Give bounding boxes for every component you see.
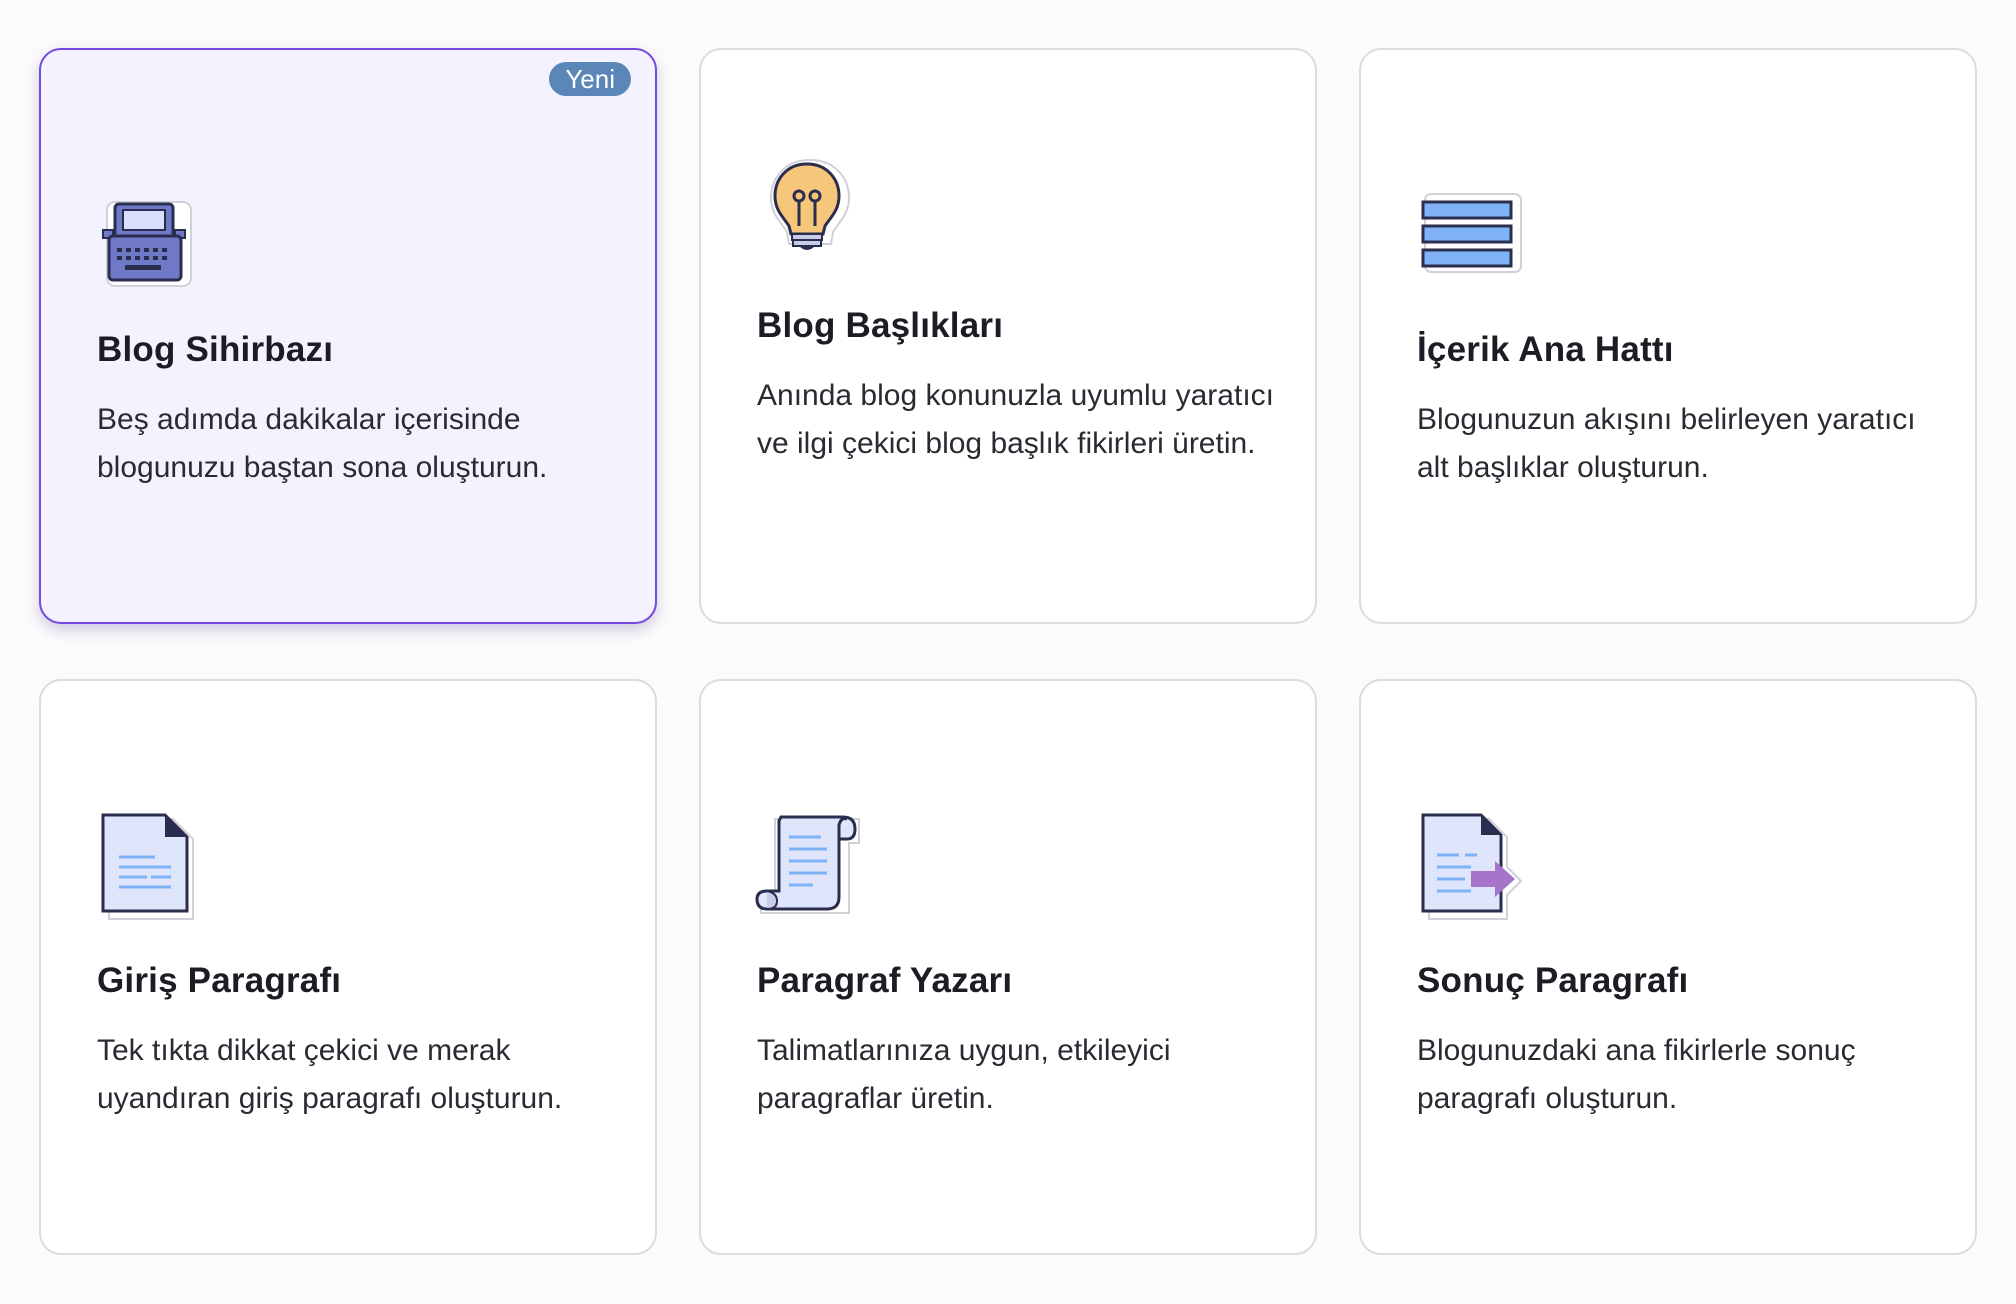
lightbulb-icon (755, 154, 865, 264)
scroll-icon (755, 813, 865, 923)
card-description: Blogunuzdaki ana fikirlerle sonuç paragr… (1417, 1034, 1856, 1115)
typewriter-icon (95, 186, 205, 296)
card-title: Paragraf Yazarı (757, 961, 1013, 1000)
card-blog-wizard[interactable]: Yeni Blog Sihirbazı Beş adımda dakikalar… (39, 48, 657, 624)
card-content-outline[interactable]: İçerik Ana Hattı Blogunuzun akışını beli… (1359, 48, 1977, 624)
document-export-icon (1415, 813, 1525, 923)
card-description: Beş adımda dakikalar içerisinde blogunuz… (97, 403, 548, 484)
card-title: Blog Başlıkları (757, 306, 1004, 345)
outline-list-icon (1415, 186, 1525, 296)
card-title: Blog Sihirbazı (97, 330, 334, 369)
card-description: Talimatlarınıza uygun, etkileyici paragr… (757, 1034, 1171, 1115)
card-title: Sonuç Paragrafı (1417, 961, 1689, 1000)
template-card-grid: Yeni Blog Sihirbazı Beş adımda dakikalar… (39, 48, 1977, 1255)
card-title: İçerik Ana Hattı (1417, 330, 1674, 369)
new-badge: Yeni (549, 62, 631, 96)
card-title: Giriş Paragrafı (97, 961, 342, 1000)
card-intro-paragraph[interactable]: Giriş Paragrafı Tek tıkta dikkat çekici … (39, 679, 657, 1255)
card-paragraph-writer[interactable]: Paragraf Yazarı Talimatlarınıza uygun, e… (699, 679, 1317, 1255)
card-description: Blogunuzun akışını belirleyen yaratıcı a… (1417, 403, 1916, 484)
card-description: Anında blog konunuzla uyumlu yaratıcı ve… (757, 379, 1274, 460)
card-description: Tek tıkta dikkat çekici ve merak uyandır… (97, 1034, 563, 1115)
document-icon (95, 813, 205, 923)
card-blog-titles[interactable]: Blog Başlıkları Anında blog konunuzla uy… (699, 48, 1317, 624)
card-conclusion-paragraph[interactable]: Sonuç Paragrafı Blogunuzdaki ana fikirle… (1359, 679, 1977, 1255)
